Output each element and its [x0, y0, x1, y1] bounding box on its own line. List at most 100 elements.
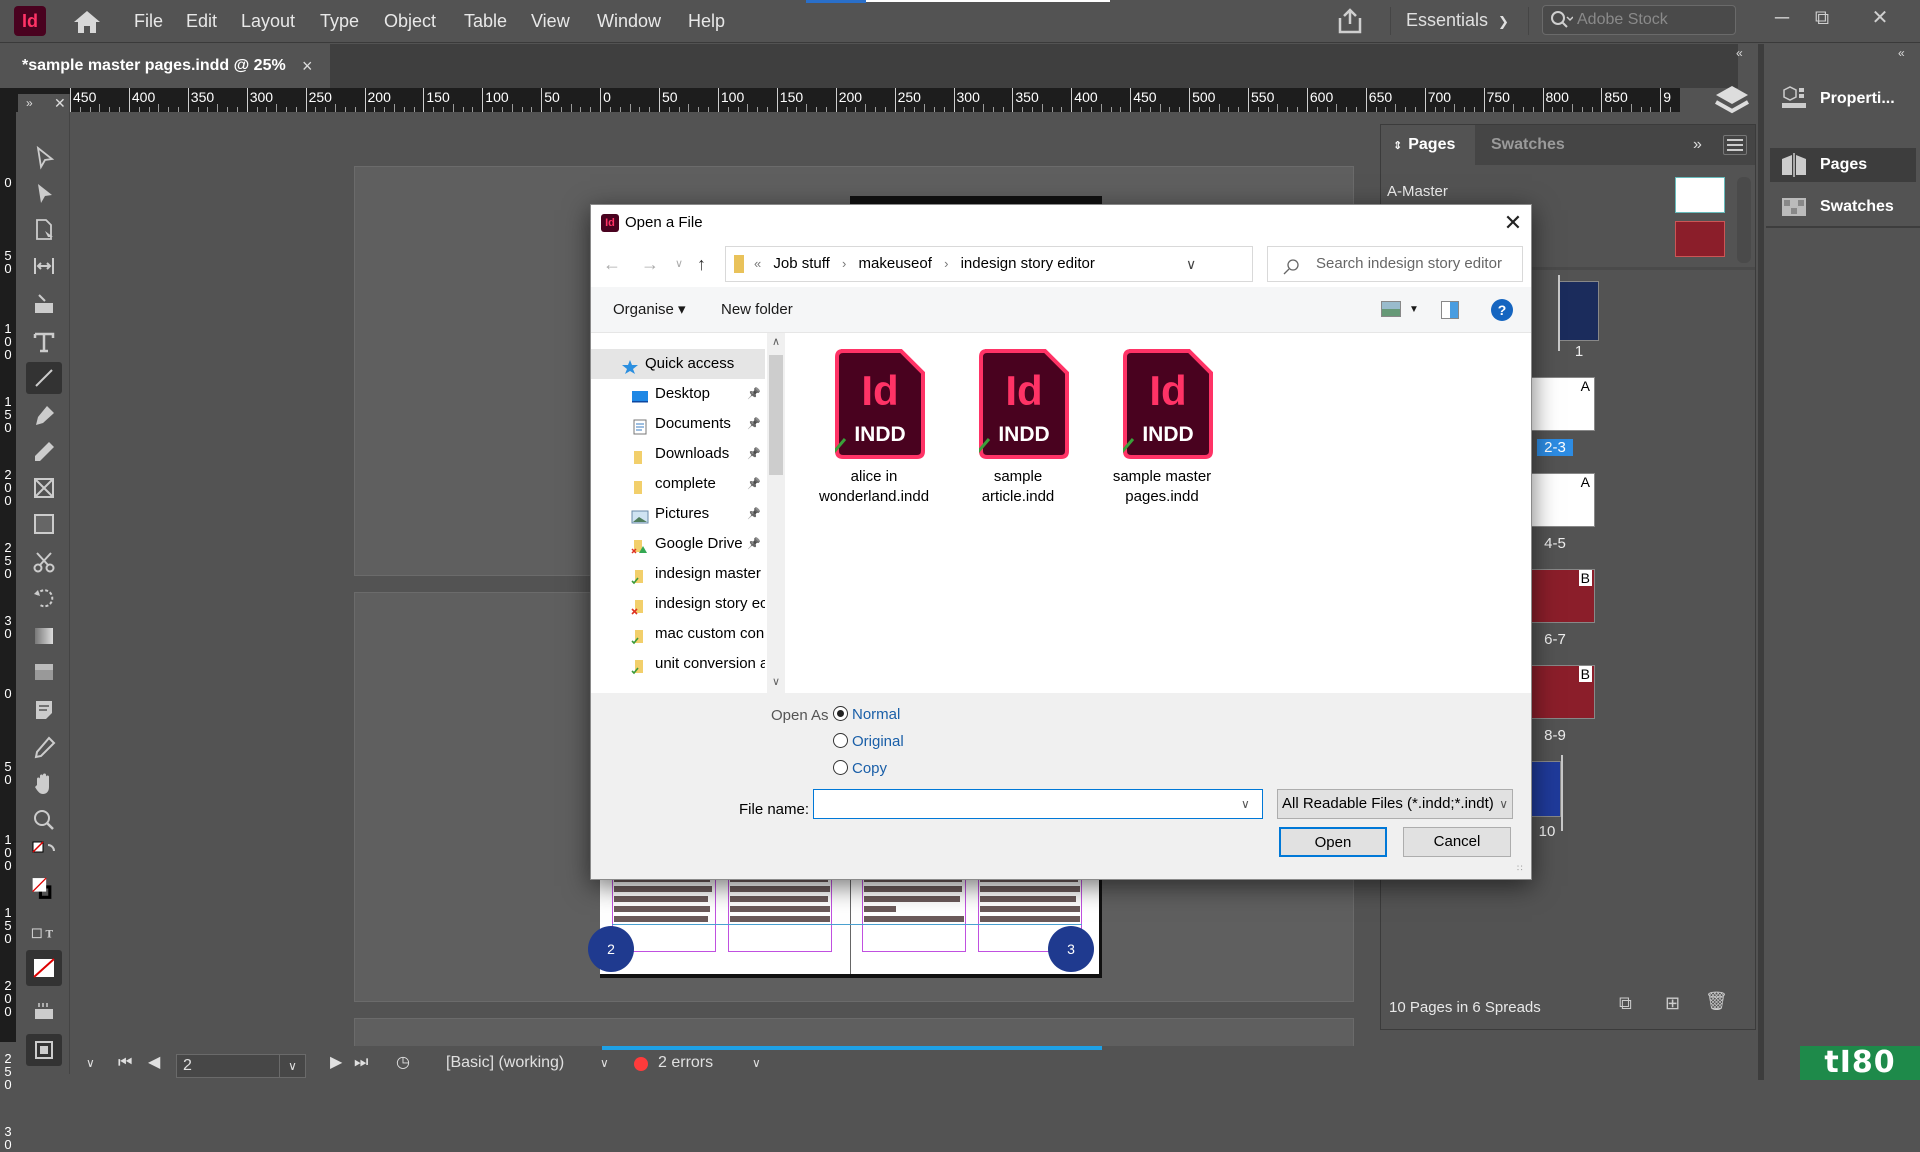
page-tool[interactable] [26, 214, 62, 246]
dock-properties[interactable]: Properti... [1770, 78, 1916, 120]
resize-grip-icon[interactable]: ∷ [1517, 863, 1523, 874]
menu-view[interactable]: View [531, 0, 570, 43]
chevron-down-icon[interactable]: ∨ [1186, 247, 1196, 281]
close-icon[interactable]: ✕ [1495, 205, 1531, 241]
nav-item[interactable]: unit conversion a [591, 649, 765, 679]
menu-table[interactable]: Table [464, 0, 507, 43]
nav-item[interactable]: Documents📌 [591, 409, 765, 439]
chevron-down-icon[interactable]: ∨ [600, 1046, 609, 1080]
line-tool[interactable] [26, 362, 62, 394]
master-thumbnail[interactable] [1675, 221, 1725, 257]
error-count[interactable]: 2 errors [658, 1046, 713, 1080]
chevron-down-icon[interactable]: ∨ [752, 1046, 761, 1080]
collapse-icon[interactable]: « [1736, 46, 1743, 60]
file-item[interactable]: IdINDDalice inwonderland.indd [807, 349, 941, 509]
trash-icon[interactable]: 🗑 [1705, 991, 1728, 1012]
menu-type[interactable]: Type [320, 0, 359, 43]
rectangle-frame-tool[interactable] [26, 472, 62, 504]
pencil-tool[interactable] [26, 436, 62, 468]
view-options-icon[interactable]: ▼ [1409, 287, 1419, 333]
layers-icon[interactable] [1710, 80, 1754, 120]
spread-thumbnail-8-9[interactable]: B [1531, 665, 1595, 719]
spread-thumbnail-10[interactable] [1531, 761, 1561, 817]
nav-item[interactable]: mac custom con [591, 619, 765, 649]
note-tool[interactable] [26, 694, 62, 726]
forward-icon[interactable]: → [641, 241, 659, 287]
content-collector-tool[interactable] [26, 288, 62, 320]
close-tab-icon[interactable]: × [302, 44, 313, 88]
restore-icon[interactable]: ⧉ [1802, 3, 1842, 33]
recent-locations-icon[interactable]: ∨ [675, 241, 683, 287]
nav-item[interactable]: Quick access [591, 349, 765, 379]
free-transform-tool[interactable] [26, 582, 62, 614]
spread-thumbnail-2-3[interactable]: A [1531, 377, 1595, 431]
open-as-copy-radio[interactable]: Copy [833, 759, 887, 779]
open-button[interactable]: Open [1279, 827, 1387, 857]
master-thumbnail[interactable] [1675, 177, 1725, 213]
menu-file[interactable]: File [134, 0, 163, 43]
tab-swatches[interactable]: Swatches [1491, 125, 1565, 165]
file-item[interactable]: IdINDDsample masterpages.indd [1095, 349, 1229, 509]
nav-item[interactable]: indesign story ec [591, 589, 765, 619]
help-icon[interactable]: ? [1491, 299, 1513, 321]
breadcrumb-indesign-story-editor[interactable]: indesign story editor [961, 255, 1095, 272]
spread-thumbnail-4-5[interactable]: A [1531, 473, 1595, 527]
view-mode-icon[interactable] [26, 1034, 62, 1066]
expand-icon[interactable]: » [26, 96, 33, 110]
fill-stroke-swatches[interactable] [22, 864, 62, 914]
hand-tool[interactable] [26, 768, 62, 800]
scissors-tool[interactable] [26, 546, 62, 578]
share-icon[interactable] [1336, 6, 1364, 36]
rectangle-tool[interactable] [26, 508, 62, 540]
up-folder-icon[interactable]: ↑ [697, 241, 706, 287]
new-page-icon[interactable]: ⊞ [1665, 993, 1680, 1014]
file-name-input[interactable] [813, 789, 1263, 819]
formatting-affects-container-icon[interactable]: T [26, 922, 62, 946]
preflight-icon[interactable]: ◷ [396, 1046, 410, 1080]
nav-item[interactable]: indesign master [591, 559, 765, 589]
menu-window[interactable]: Window [597, 0, 661, 43]
expand-panel-icon[interactable]: » [1693, 125, 1702, 165]
adobe-stock-search[interactable]: Adobe Stock [1542, 5, 1736, 35]
menu-layout[interactable]: Layout [241, 0, 295, 43]
new-folder-button[interactable]: New folder [721, 287, 793, 333]
chevron-down-icon[interactable]: ∨ [1241, 797, 1250, 811]
workspace-switcher[interactable]: Essentials❯ [1406, 0, 1509, 43]
minimize-icon[interactable]: ─ [1762, 3, 1802, 33]
menu-object[interactable]: Object [384, 0, 436, 43]
direct-selection-tool[interactable] [26, 178, 62, 210]
eyedropper-tool[interactable] [26, 732, 62, 764]
tab-pages[interactable]: ⇕Pages [1381, 125, 1475, 165]
address-bar[interactable]: « Job stuff › makeuseof › indesign story… [725, 246, 1253, 282]
default-fill-stroke-icon[interactable] [26, 838, 62, 862]
back-icon[interactable]: ← [603, 241, 621, 287]
last-page-icon[interactable]: ⏭ [354, 1046, 368, 1080]
breadcrumb-makeuseof[interactable]: makeuseof [859, 255, 932, 272]
cancel-button[interactable]: Cancel [1403, 827, 1511, 857]
open-as-original-radio[interactable]: Original [833, 732, 904, 752]
selection-tool[interactable] [26, 142, 62, 174]
master-a[interactable]: A-Master [1387, 183, 1448, 200]
spread-2-3[interactable]: 2 3 [600, 872, 1102, 978]
panel-menu-icon[interactable] [1723, 135, 1747, 155]
dock-divider[interactable] [1758, 44, 1764, 1080]
search-input[interactable]: Search indesign story editor [1267, 246, 1523, 282]
open-as-normal-radio[interactable]: Normal [833, 705, 900, 725]
dialog-title-bar[interactable]: Id Open a File ✕ [591, 205, 1531, 241]
document-tab[interactable]: *sample master pages.indd @ 25% × [0, 44, 330, 88]
file-type-select[interactable]: All Readable Files (*.indd;*.indt) ∨ [1277, 789, 1513, 819]
masters-scrollbar[interactable] [1737, 177, 1751, 263]
breadcrumb-overflow[interactable]: « [754, 256, 761, 271]
nav-item[interactable]: Google Drive📌 [591, 529, 765, 559]
scroll-thumb[interactable] [769, 355, 783, 475]
close-icon[interactable]: ✕ [1860, 3, 1900, 33]
gradient-swatch-tool[interactable] [26, 620, 62, 652]
change-view-icon[interactable] [1381, 301, 1401, 317]
edit-page-size-icon[interactable]: ⧉ [1619, 993, 1632, 1014]
next-page-icon[interactable]: ▶ [330, 1046, 342, 1080]
menu-edit[interactable]: Edit [186, 0, 217, 43]
close-icon[interactable]: ✕ [54, 95, 66, 112]
spread-thumbnail-1[interactable] [1559, 281, 1599, 341]
type-tool[interactable] [26, 326, 62, 358]
horizontal-ruler[interactable]: 4504003503002502001501005005010015020025… [70, 88, 1680, 112]
